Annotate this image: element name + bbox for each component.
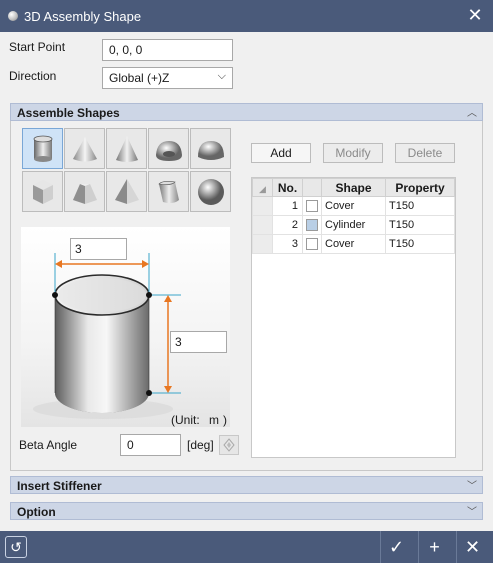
option-header[interactable]: Option ﹀	[10, 502, 483, 520]
row-checkbox[interactable]	[302, 215, 322, 235]
table-row[interactable]: 2 Cylinder T150	[252, 215, 455, 235]
app-icon	[8, 11, 18, 21]
shape-cube-button[interactable]	[22, 171, 63, 212]
start-point-label: Start Point	[9, 40, 66, 54]
reset-icon[interactable]: ↺	[5, 536, 27, 558]
table-header-row: ◢ No. Shape Property	[252, 178, 455, 197]
shape-dome-button[interactable]	[190, 128, 231, 169]
add-button[interactable]: Add	[251, 143, 311, 163]
row-number: 3	[272, 234, 303, 254]
row-property[interactable]: T150	[385, 215, 455, 235]
modify-button[interactable]: Modify	[323, 143, 383, 163]
shape-frustum-button[interactable]	[64, 171, 105, 212]
section-title: Option	[17, 505, 56, 519]
direction-label: Direction	[9, 69, 57, 83]
assemble-shapes-header[interactable]: Assemble Shapes ︿	[10, 103, 483, 121]
window-title: 3D Assembly Shape	[24, 9, 142, 24]
unit-value: m	[209, 413, 219, 427]
rotate-icon[interactable]	[219, 435, 239, 455]
torus-segment-icon	[156, 141, 182, 161]
table-row[interactable]: 1 Cover T150	[252, 196, 455, 216]
frustum-icon	[73, 184, 97, 204]
row-checkbox[interactable]	[302, 234, 322, 254]
dome-icon	[198, 141, 224, 160]
footer-bar: ↺ ✓ + ✕	[0, 531, 493, 563]
shape-elliptic-cylinder-button[interactable]	[148, 171, 189, 212]
unit-prefix: (Unit:	[171, 413, 200, 427]
beta-angle-label: Beta Angle	[19, 438, 78, 452]
close-icon[interactable]: ✕	[465, 5, 485, 25]
row-selector[interactable]	[252, 215, 273, 235]
delete-button[interactable]: Delete	[395, 143, 455, 163]
cone-icon	[73, 137, 97, 162]
section-title: Insert Stiffener	[17, 479, 102, 493]
row-shape: Cover	[321, 196, 386, 216]
row-property[interactable]: T150	[385, 234, 455, 254]
row-property[interactable]: T150	[385, 196, 455, 216]
shape-torus-segment-button[interactable]	[148, 128, 189, 169]
cancel-button[interactable]: ✕	[456, 531, 488, 563]
shape-pyramid-button[interactable]	[106, 171, 147, 212]
column-header-property[interactable]: Property	[385, 178, 455, 197]
width-dimension-input[interactable]: 3	[70, 238, 127, 260]
shape-cone-button[interactable]	[64, 128, 105, 169]
checkbox-icon[interactable]	[306, 200, 318, 213]
beta-angle-input[interactable]: 0	[120, 434, 181, 456]
checkbox-icon[interactable]	[306, 219, 318, 232]
elliptic-cylinder-icon	[158, 181, 179, 204]
row-shape: Cylinder	[321, 215, 386, 235]
direction-select[interactable]: Global (+)Z ⌵	[102, 67, 233, 89]
pointed-cone-icon	[116, 136, 138, 162]
start-point-input[interactable]: 0, 0, 0	[102, 39, 233, 61]
height-dimension-input[interactable]: 3	[170, 331, 227, 353]
column-header-check[interactable]	[302, 178, 322, 197]
beta-angle-unit: [deg]	[187, 438, 214, 452]
insert-stiffener-header[interactable]: Insert Stiffener ﹀	[10, 476, 483, 494]
shape-table: ◢ No. Shape Property 1 Cover T150 2 Cyli…	[251, 177, 456, 458]
shape-preview: 3 3 (Unit: m )	[21, 227, 230, 427]
section-title: Assemble Shapes	[17, 106, 120, 120]
column-header-no[interactable]: No.	[272, 178, 303, 197]
shape-pointed-cone-button[interactable]	[106, 128, 147, 169]
row-number: 2	[272, 215, 303, 235]
title-bar: 3D Assembly Shape ✕	[0, 0, 493, 32]
unit-suffix: )	[223, 413, 227, 427]
ok-button[interactable]: ✓	[380, 531, 412, 563]
cylinder-icon	[33, 135, 53, 162]
select-all-header[interactable]: ◢	[252, 178, 273, 197]
shape-cylinder-button[interactable]	[22, 128, 63, 169]
row-selector[interactable]	[252, 234, 273, 254]
chevron-up-icon: ︿	[467, 108, 477, 119]
table-row[interactable]: 3 Cover T150	[252, 234, 455, 254]
row-checkbox[interactable]	[302, 196, 322, 216]
chevron-down-icon: ⌵	[217, 70, 226, 82]
shape-sphere-button[interactable]	[190, 171, 231, 212]
direction-value: Global (+)Z	[109, 71, 170, 85]
row-shape: Cover	[321, 234, 386, 254]
row-selector[interactable]	[252, 196, 273, 216]
apply-button[interactable]: +	[418, 531, 450, 563]
checkbox-icon[interactable]	[306, 238, 318, 251]
column-header-shape[interactable]: Shape	[321, 178, 386, 197]
chevron-down-icon: ﹀	[467, 507, 477, 518]
row-number: 1	[272, 196, 303, 216]
pyramid-icon	[115, 179, 139, 204]
cube-icon	[33, 180, 53, 204]
sphere-icon	[198, 179, 224, 205]
chevron-down-icon: ﹀	[467, 481, 477, 492]
